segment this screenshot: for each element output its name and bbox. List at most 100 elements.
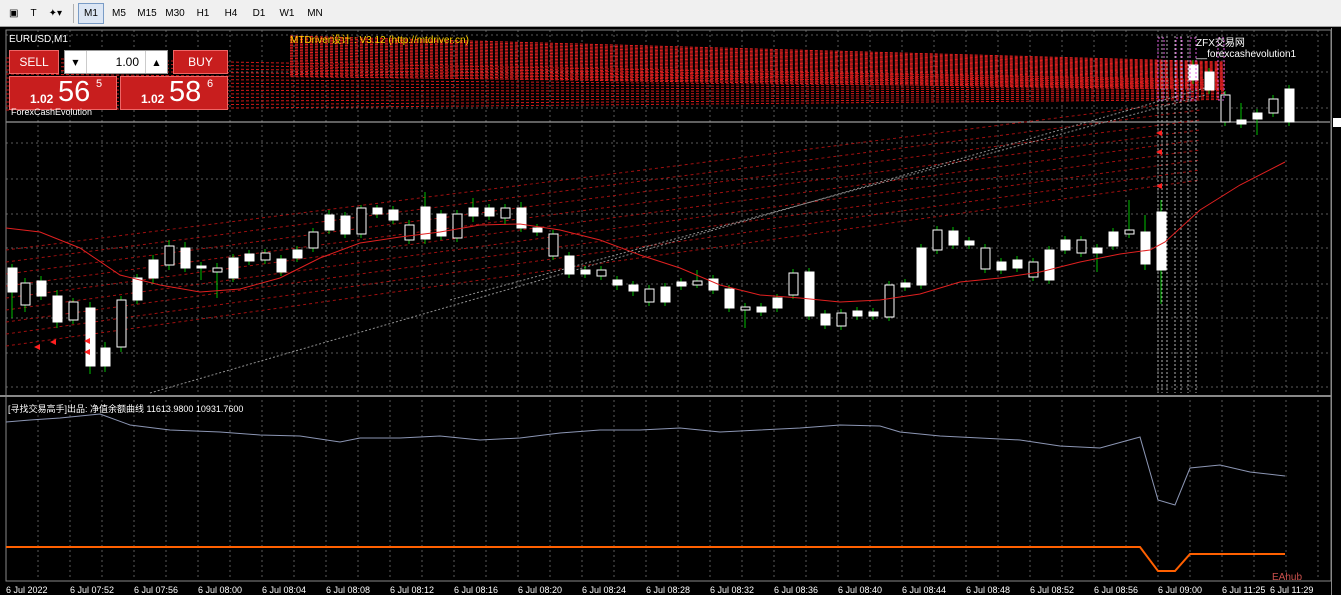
candle-body — [628, 284, 639, 292]
ea-level-line — [5, 109, 1201, 263]
shapes-tool-icon[interactable]: ✦▾ — [44, 3, 67, 24]
candle-body — [548, 233, 559, 257]
candle-body — [180, 247, 191, 269]
time-label: 6 Jul 07:56 — [134, 585, 179, 595]
candle-body — [1284, 88, 1295, 123]
text-tool-icon[interactable]: T — [25, 3, 41, 24]
timeframe-m15[interactable]: M15 — [134, 3, 160, 24]
candle-body — [244, 253, 255, 262]
equity-indicator — [5, 413, 1286, 572]
bid-price-main: 56 — [58, 76, 91, 108]
candle-body — [852, 310, 863, 317]
candle-body — [804, 271, 815, 317]
candle-body — [1252, 112, 1263, 120]
candle-body — [1204, 71, 1215, 91]
sell-button[interactable]: SELL — [9, 50, 59, 74]
candle-body — [1220, 94, 1231, 123]
lot-value[interactable]: 1.00 — [87, 55, 145, 69]
ask-price-main: 58 — [169, 76, 202, 108]
bid-price-fraction: 5 — [96, 78, 103, 90]
candle-body — [468, 207, 479, 217]
candle-body — [404, 224, 415, 241]
timeframe-w1[interactable]: W1 — [274, 3, 300, 24]
candle-body — [500, 207, 511, 219]
candle-body — [564, 255, 575, 275]
timeframe-h4[interactable]: H4 — [218, 3, 244, 24]
ea-name: ZFX交易网 __forexcashevolution1 — [1196, 38, 1297, 60]
time-label: 6 Jul 08:36 — [774, 585, 819, 595]
time-label: 6 Jul 08:12 — [390, 585, 435, 595]
lot-increase-icon[interactable]: ▲ — [145, 51, 167, 73]
chart-area[interactable] — [0, 28, 1341, 595]
candle-body — [964, 240, 975, 246]
candle-body — [1076, 239, 1087, 254]
trend-line — [149, 87, 1206, 394]
timeframe-m1[interactable]: M1 — [77, 2, 104, 24]
candle-body — [276, 258, 287, 273]
timeframe-m5[interactable]: M5 — [106, 3, 132, 24]
candle-body — [868, 311, 879, 317]
bid-price-box[interactable]: 1.02 56 5 — [9, 76, 117, 110]
toolbar-separator — [72, 3, 74, 23]
time-label: 6 Jul 09:00 — [1158, 585, 1203, 595]
candle-body — [68, 301, 79, 321]
time-label: 6 Jul 08:04 — [262, 585, 307, 595]
price-scale[interactable] — [1331, 28, 1341, 595]
candle-body — [52, 295, 63, 323]
candle-body — [100, 347, 111, 367]
candle-body — [948, 230, 959, 246]
time-label: 6 Jul 08:16 — [454, 585, 499, 595]
candle-body — [7, 267, 18, 293]
candle-body — [388, 209, 399, 221]
candle-body — [1012, 259, 1023, 269]
candle-body — [116, 299, 127, 348]
candle-body — [772, 297, 783, 309]
candle-body — [324, 214, 335, 231]
time-label: 6 Jul 08:32 — [710, 585, 755, 595]
candle-body — [1156, 211, 1167, 271]
symbol-label: EURUSD,M1 — [9, 34, 68, 45]
time-label: 6 Jul 07:52 — [70, 585, 115, 595]
candle-body — [164, 245, 175, 266]
ask-price-prefix: 1.02 — [141, 92, 165, 106]
watermark: EAhub — [1272, 572, 1303, 583]
candle-body — [36, 280, 47, 297]
candle-body — [884, 284, 895, 318]
candle-body — [836, 312, 847, 327]
chart-properties-icon[interactable]: ▣ — [4, 3, 23, 24]
ask-price-box[interactable]: 1.02 58 6 — [120, 76, 228, 110]
candle-body — [532, 227, 543, 233]
candle-body — [676, 281, 687, 287]
candle-body — [1268, 98, 1279, 114]
timeframe-h1[interactable]: H1 — [190, 3, 216, 24]
candle-body — [228, 257, 239, 279]
candle-body — [340, 215, 351, 235]
time-label: 6 Jul 08:48 — [966, 585, 1011, 595]
lot-decrease-icon[interactable]: ▼ — [65, 51, 87, 73]
panel-name: ForexCashEvolution — [11, 107, 93, 117]
candle-body — [756, 306, 767, 313]
candle-body — [292, 249, 303, 259]
candle-body — [660, 286, 671, 303]
candle-body — [692, 280, 703, 286]
trade-arrow-icon — [1156, 149, 1162, 155]
time-label: 6 Jul 08:24 — [582, 585, 627, 595]
ea-level-line — [5, 149, 1201, 311]
lot-size-input[interactable]: ▼ 1.00 ▲ — [64, 50, 168, 74]
candle-body — [1236, 119, 1247, 125]
candle-body — [580, 269, 591, 275]
timeframe-m30[interactable]: M30 — [162, 3, 188, 24]
time-label: 6 Jul 08:56 — [1094, 585, 1139, 595]
candle-body — [820, 313, 831, 326]
candle-body — [372, 207, 383, 215]
ea-title: MTDriver设计 : V3.12 (http://mtdriver.cn) — [290, 35, 469, 46]
one-click-trading-panel: SELL ▼ 1.00 ▲ BUY 1.02 56 5 1.02 58 6 — [9, 48, 228, 110]
time-label: 6 Jul 08:20 — [518, 585, 563, 595]
timeframe-d1[interactable]: D1 — [246, 3, 272, 24]
time-label: 6 Jul 08:00 — [198, 585, 243, 595]
timeframe-mn[interactable]: MN — [302, 3, 328, 24]
time-label: 6 Jul 08:44 — [902, 585, 947, 595]
buy-button[interactable]: BUY — [173, 50, 228, 74]
toolbar: ▣ T ✦▾ M1 M5 M15 M30 H1 H4 D1 W1 MN — [0, 0, 1341, 27]
trade-arrow-icon — [50, 339, 56, 345]
